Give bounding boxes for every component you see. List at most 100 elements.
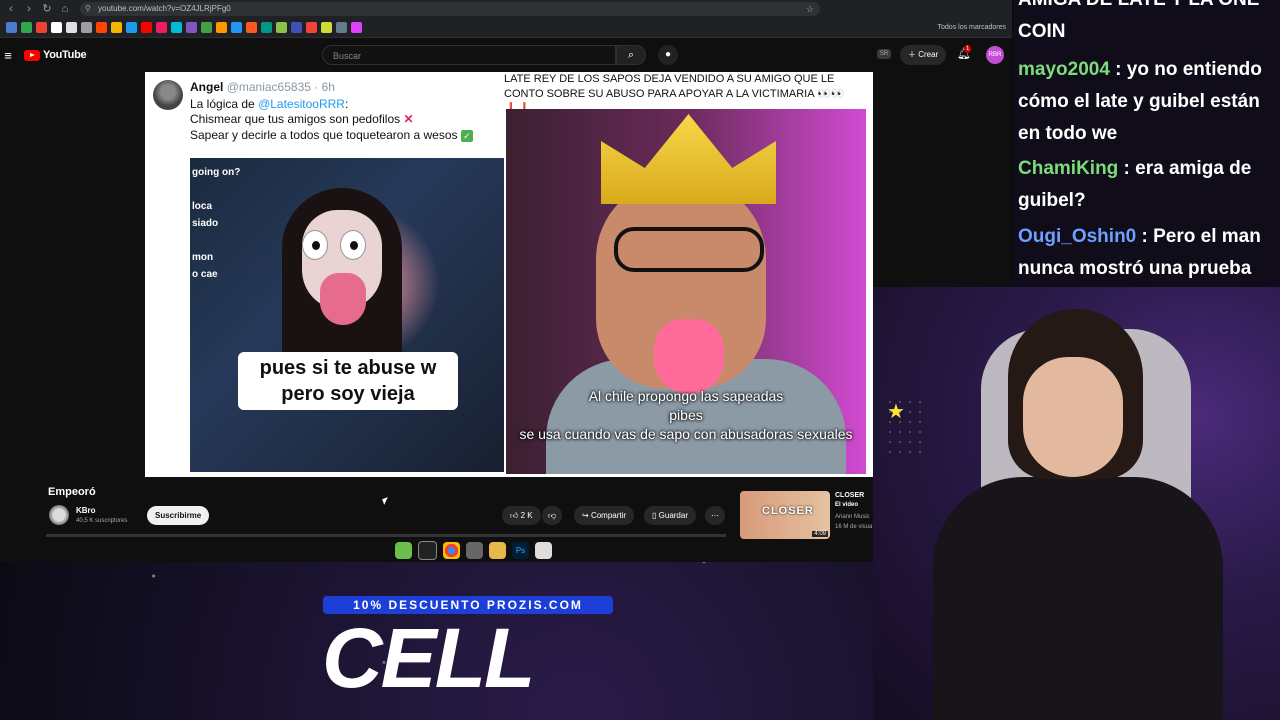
left-panel-side-text: going on? loca siado mon o cae	[192, 164, 240, 283]
bookmark-icon[interactable]	[171, 22, 182, 33]
side-text-line: going on?	[192, 167, 241, 178]
left-video-panel: going on? loca siado mon o cae pues si t…	[190, 158, 504, 472]
bookmark-icon[interactable]	[351, 22, 362, 33]
taskbar: Ps	[395, 540, 580, 560]
share-label: Compartir	[590, 511, 627, 520]
tweet-line-3: Sapear y decirle a todos que toquetearon…	[190, 128, 473, 142]
like-button[interactable]: 👍︎ 2 K	[502, 506, 541, 525]
bookmark-icon[interactable]	[231, 22, 242, 33]
recommended-video-title-line2[interactable]: El video	[835, 502, 858, 508]
bookmark-icon[interactable]	[111, 22, 122, 33]
bookmark-icon[interactable]	[336, 22, 347, 33]
back-icon[interactable]: ‹	[4, 2, 18, 16]
address-bar-row: ‹ › ↻ ⌂ ⚲ youtube.com/watch?v=OZ4JLRjPFg…	[0, 0, 1012, 18]
cross-mark-icon: ✕	[403, 112, 414, 126]
bookmark-icon[interactable]	[306, 22, 317, 33]
search-button[interactable]: ⌕	[616, 45, 646, 65]
all-bookmarks-folder[interactable]: Todos los marcadores	[938, 24, 1006, 31]
app-icon[interactable]	[418, 540, 437, 560]
site-info-icon[interactable]: ⚲	[85, 2, 91, 16]
tweet-line-1: La lógica de @LatesitooRRR:	[190, 97, 348, 111]
chat-message: mayo2004 : yo no entiendo cómo el late y…	[1018, 54, 1278, 150]
recommended-video-title[interactable]: CLOSER	[835, 492, 864, 499]
frog-glasses-sticker	[614, 227, 764, 272]
save-label: Guardar	[658, 511, 688, 520]
recommended-video-thumbnail[interactable]: CLOSER 4:09	[740, 491, 830, 539]
thumbnail-text: CLOSER	[762, 505, 814, 517]
thumbs-down-icon: 👎︎	[548, 511, 557, 520]
reload-icon[interactable]: ↻	[40, 2, 54, 16]
account-avatar[interactable]: RBR	[986, 46, 1004, 64]
like-count: 2 K	[520, 511, 533, 520]
chrome-icon[interactable]	[443, 541, 460, 559]
bookmark-star-icon[interactable]: ☆	[806, 2, 814, 16]
tweet-handle: @maniac65835 · 6h	[226, 80, 335, 94]
right-video-panel: Al chile propongo las sapeadas pibes se …	[506, 109, 866, 474]
bookmark-icon[interactable]	[6, 22, 17, 33]
share-icon: ↪	[582, 511, 589, 520]
url-field[interactable]: ⚲ youtube.com/watch?v=OZ4JLRjPFg0 ☆	[80, 2, 820, 16]
bookmark-icon[interactable]	[261, 22, 272, 33]
tongue-sticker	[320, 273, 366, 325]
more-actions-button[interactable]: ⋯	[705, 506, 725, 525]
caption-line: pibes	[669, 407, 703, 423]
chat-username: ChamiKing	[1018, 158, 1119, 179]
search-placeholder: Buscar	[333, 51, 362, 61]
tweet-text: Sapear y decirle a todos que toquetearon…	[190, 128, 458, 142]
youtube-play-icon	[24, 49, 40, 61]
bookmark-icon[interactable]	[141, 22, 152, 33]
home-icon[interactable]: ⌂	[58, 2, 72, 16]
share-button[interactable]: ↪ Compartir	[574, 506, 635, 525]
app-icon[interactable]	[535, 541, 552, 559]
channel-avatar[interactable]	[49, 505, 69, 525]
tweet-text: :	[344, 97, 349, 111]
forward-icon[interactable]: ›	[22, 2, 36, 16]
tweet-line-2: Chismear que tus amigos son pedofilos ✕	[190, 112, 414, 126]
bookmark-icon[interactable]	[246, 22, 257, 33]
bookmark-icon[interactable]	[51, 22, 62, 33]
bookmark-icon[interactable]	[21, 22, 32, 33]
thumbs-up-icon: 👍︎	[510, 511, 519, 520]
bookmark-icon[interactable]	[126, 22, 137, 33]
bookmark-icon[interactable]	[276, 22, 287, 33]
folder-icon[interactable]	[489, 541, 506, 559]
video-title: Empeoró	[48, 486, 96, 498]
youtube-logo[interactable]: YouTube	[24, 49, 87, 61]
app-icon[interactable]	[466, 541, 483, 559]
streamer-webcam: ★	[873, 287, 1280, 720]
side-text-line: mon	[192, 252, 214, 263]
tweet-author: Angel @maniac65835 · 6h	[190, 80, 335, 94]
create-button[interactable]: ＋ Crear	[900, 45, 947, 65]
bookmark-icon[interactable]	[321, 22, 332, 33]
recommended-channel: Ariann Music	[835, 514, 870, 520]
hamburger-menu-icon[interactable]: ≡	[0, 48, 16, 63]
app-icon[interactable]	[395, 541, 412, 559]
bookmark-icon[interactable]	[156, 22, 167, 33]
video-duration: 4:09	[812, 531, 828, 537]
bookmark-icon[interactable]	[291, 22, 302, 33]
cast-icon[interactable]: SR	[877, 49, 891, 59]
bookmark-icon[interactable]	[186, 22, 197, 33]
tweet-name: Angel	[190, 80, 224, 94]
photoshop-icon[interactable]: Ps	[512, 541, 529, 559]
side-text-line: siado	[192, 218, 219, 229]
bookmark-icon[interactable]	[81, 22, 92, 33]
search-input[interactable]: Buscar	[322, 45, 616, 65]
chat-message: ChamiKing : era amiga de guibel?	[1018, 153, 1278, 217]
bookmark-icon[interactable]	[36, 22, 47, 33]
dislike-button[interactable]: 👎︎	[542, 506, 563, 525]
channel-name[interactable]: KBro	[76, 506, 96, 515]
video-player[interactable]: Angel @maniac65835 · 6h La lógica de @La…	[145, 72, 873, 477]
chat-message: AMIGA DE LATE Y LA ONE COIN	[1018, 0, 1278, 48]
bookmark-icon[interactable]	[66, 22, 77, 33]
subscribe-button[interactable]: Suscribirme	[147, 506, 210, 525]
caption-line: Al chile propongo las sapeadas	[588, 388, 784, 404]
create-label: Crear	[918, 50, 939, 59]
save-button[interactable]: ▯ Guardar	[644, 506, 696, 525]
bookmark-icon[interactable]	[201, 22, 212, 33]
voice-search-button[interactable]: ●	[658, 45, 678, 65]
bookmark-icon[interactable]	[96, 22, 107, 33]
scroll-indicator	[46, 534, 726, 537]
tongue-sticker	[654, 319, 724, 394]
bookmark-icon[interactable]	[216, 22, 227, 33]
